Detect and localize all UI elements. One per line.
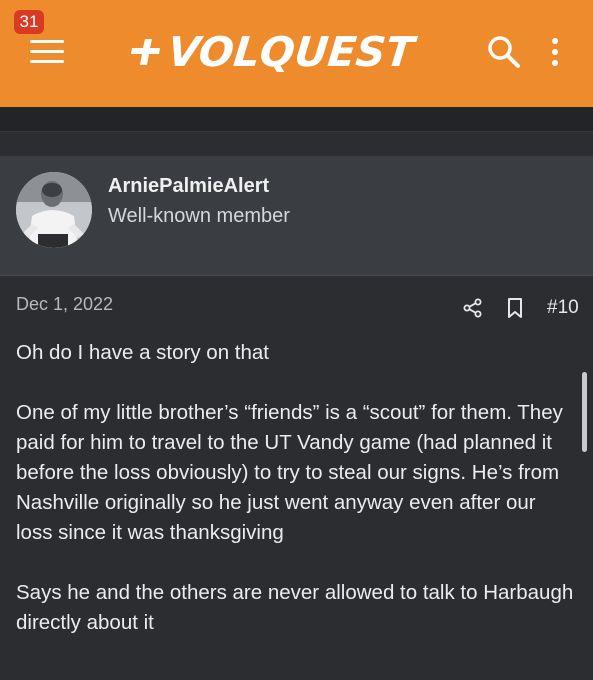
hamburger-menu-icon[interactable] [30,40,64,66]
avatar[interactable] [16,172,92,248]
post-number-link[interactable]: #10 [547,297,579,319]
username[interactable]: ArniePalmieAlert [108,175,269,198]
bookmark-icon[interactable] [507,298,523,318]
post-date[interactable]: Dec 1, 2022 [16,294,113,315]
spacer [0,132,593,156]
notification-badge[interactable]: 31 [14,10,44,34]
logo-mark-icon [131,39,160,65]
post-body: Oh do I have a story on that One of my l… [16,338,576,668]
site-logo[interactable]: VOLQUEST [130,24,417,80]
scrollbar-thumb[interactable] [582,372,587,452]
avatar-photo-icon [16,172,92,248]
logo-text: VOLQUEST [165,28,417,76]
sub-header-bar [0,107,593,132]
search-icon[interactable] [486,34,522,70]
post-paragraph: Oh do I have a story on that [16,341,269,364]
user-title: Well-known member [108,205,290,227]
top-app-bar: 31 VOLQUEST [0,0,593,107]
share-icon[interactable] [463,298,483,318]
post-paragraph: One of my little brother’s “friends” is … [16,401,563,544]
more-vertical-icon[interactable] [548,36,562,68]
post-paragraph: Says he and the others are never allowed… [16,581,574,634]
